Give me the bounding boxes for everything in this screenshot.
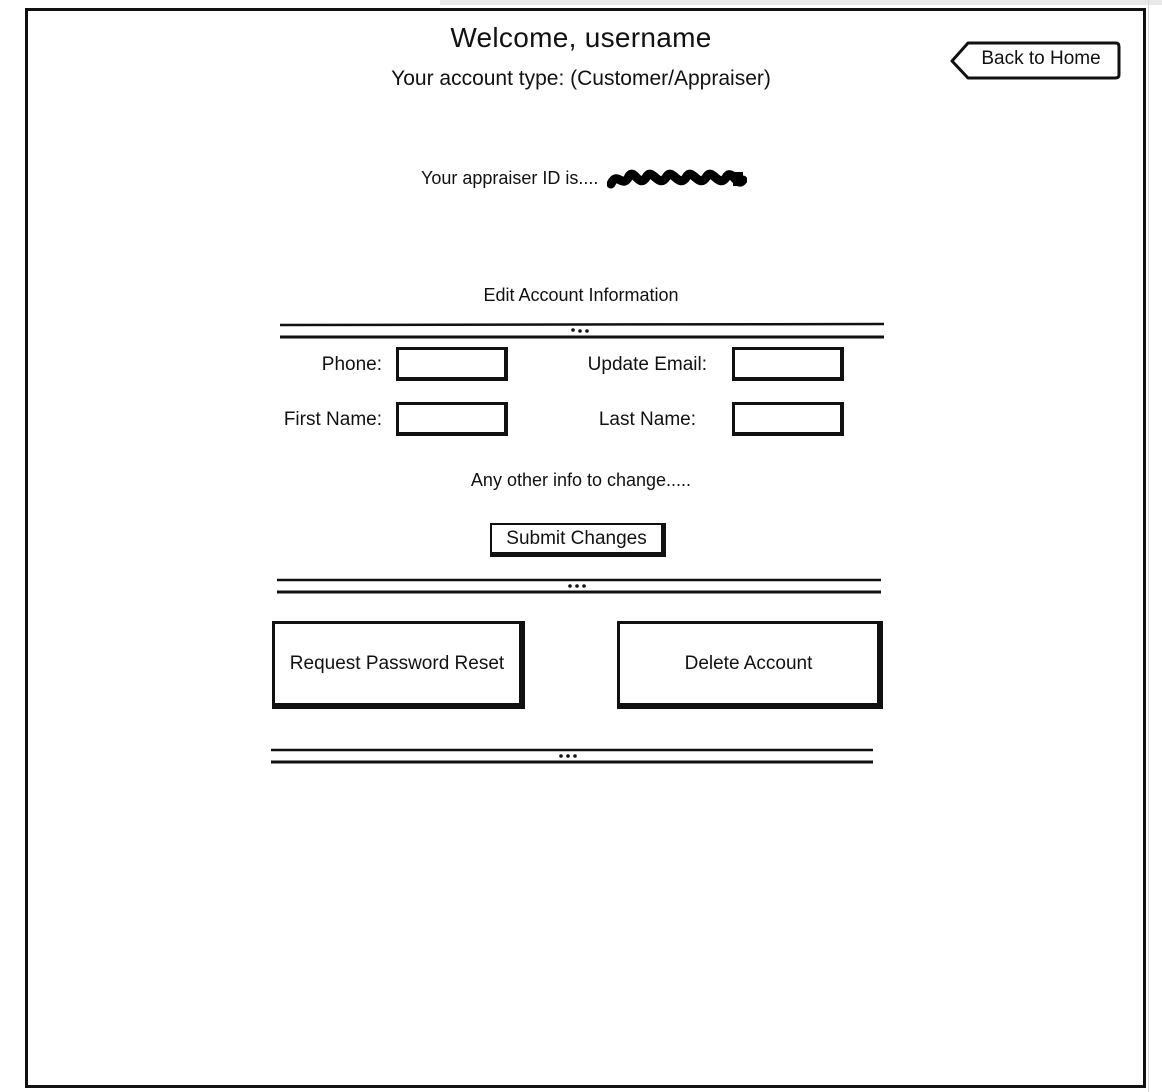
first-name-field[interactable] xyxy=(396,402,508,436)
update-email-label: Update Email: xyxy=(587,354,707,375)
other-info-text: Any other info to change..... xyxy=(470,470,692,490)
last-name-label: Last Name: xyxy=(598,409,696,430)
submit-changes-button[interactable]: Submit Changes xyxy=(490,523,666,557)
phone-label: Phone: xyxy=(321,354,382,375)
edit-account-heading: Edit Account Information xyxy=(483,285,679,305)
last-name-field[interactable] xyxy=(732,402,844,436)
browser-top-strip xyxy=(440,0,1162,5)
phone-field[interactable] xyxy=(396,347,508,381)
first-name-label: First Name: xyxy=(283,409,382,430)
delete-account-button[interactable]: Delete Account xyxy=(617,621,883,709)
appraiser-id-row: Your appraiser ID is.... xyxy=(421,166,748,194)
back-to-home-label: Back to Home xyxy=(981,48,1101,69)
request-password-reset-button[interactable]: Request Password Reset xyxy=(272,621,525,709)
other-info-note: Any other info to change..... xyxy=(0,470,1162,491)
update-email-field[interactable] xyxy=(732,347,844,381)
back-to-home-button[interactable]: Back to Home xyxy=(950,41,1121,80)
appraiser-id-label: Your appraiser ID is.... xyxy=(421,167,599,188)
section-divider-bottom xyxy=(271,748,873,764)
window-edge xyxy=(1148,0,1149,1092)
redacted-scribble-icon xyxy=(607,169,748,189)
section-divider-middle xyxy=(277,578,881,594)
section-divider-top xyxy=(279,322,885,339)
